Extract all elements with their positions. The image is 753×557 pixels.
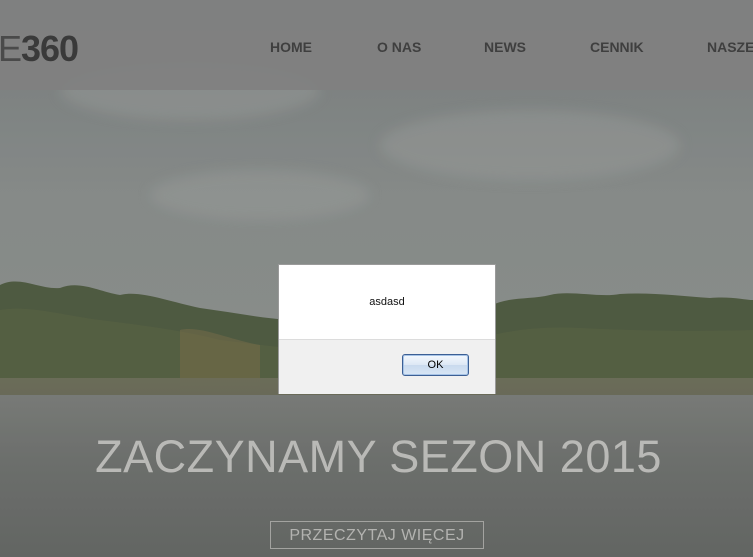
nav-item-o-nas[interactable]: O NAS	[377, 39, 421, 55]
alert-message: asdasd	[369, 296, 405, 308]
logo-text-right: 360	[21, 28, 79, 69]
nav-item-news[interactable]: NEWS	[484, 39, 526, 55]
hero-headline: ZACZYNAMY SEZON 2015	[95, 431, 662, 482]
read-more-button[interactable]: PRZECZYTAJ WIĘCEJ	[270, 521, 484, 549]
top-navbar: E360 HOME O NAS NEWS CENNIK NASZE	[0, 0, 753, 90]
ok-button[interactable]: OK	[402, 354, 469, 376]
nav-item-cennik[interactable]: CENNIK	[590, 39, 644, 55]
nav-item-nasze[interactable]: NASZE	[707, 39, 753, 55]
site-logo[interactable]: E360	[0, 28, 79, 70]
alert-dialog: asdasd OK	[278, 264, 496, 394]
alert-footer: OK	[279, 339, 495, 394]
logo-text-left: E	[0, 28, 22, 69]
nav-item-home[interactable]: HOME	[270, 39, 312, 55]
